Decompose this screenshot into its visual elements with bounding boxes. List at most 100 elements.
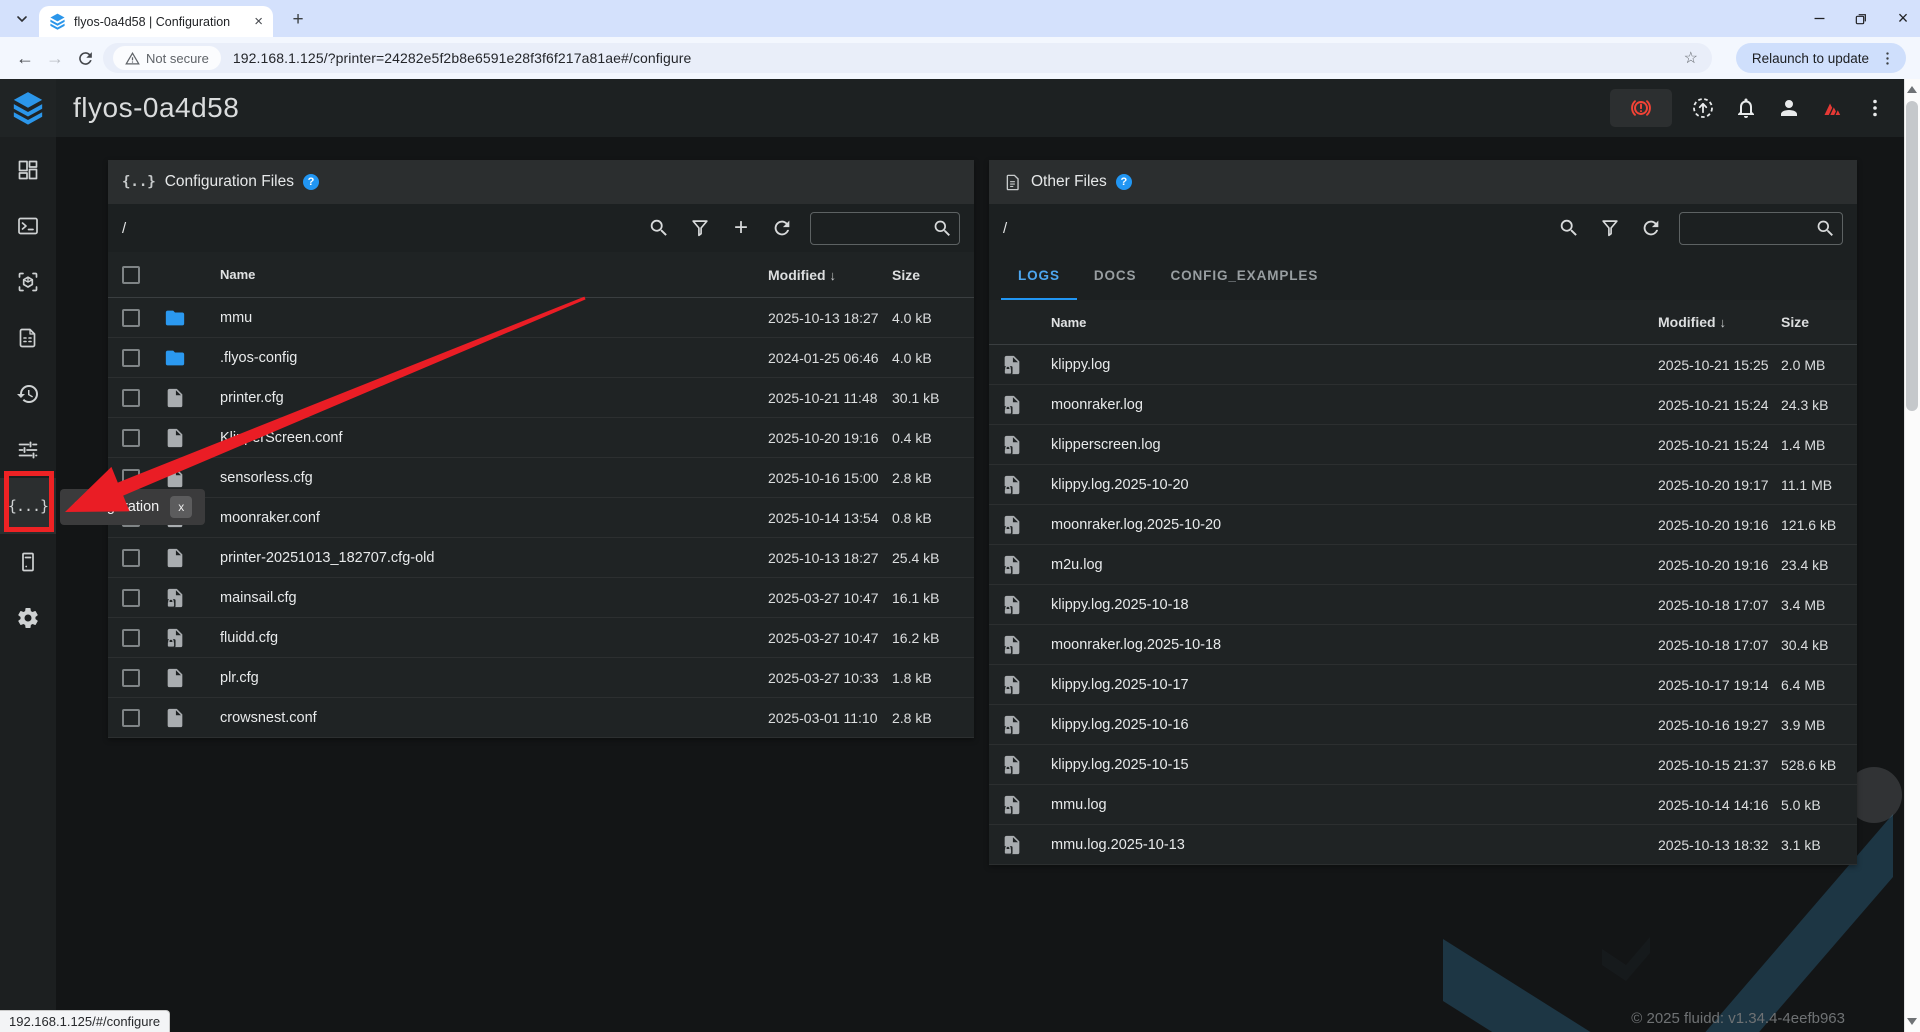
table-row[interactable]: klipperscreen.log2025-10-21 15:241.4 MB [989,425,1857,465]
sidebar-item-history[interactable] [0,366,56,422]
sidebar-item-jobs[interactable] [0,310,56,366]
table-row[interactable]: printer.cfg2025-10-21 11:4830.1 kB [108,378,974,418]
table-row[interactable]: mmu.log.2025-10-132025-10-13 18:323.1 kB [989,825,1857,865]
search-icon[interactable] [647,216,671,240]
table-row[interactable]: klippy.log2025-10-21 15:252.0 MB [989,345,1857,385]
search-icon[interactable] [1557,216,1581,240]
table-row[interactable]: moonraker.log2025-10-21 15:2424.3 kB [989,385,1857,425]
file-search-box[interactable] [810,212,960,245]
table-row[interactable]: crowsnest.conf2025-03-01 11:102.8 kB [108,698,974,738]
page-scrollbar[interactable] [1904,79,1920,1032]
column-name[interactable]: Name [1051,315,1658,330]
table-row[interactable]: klippy.log.2025-10-202025-10-20 19:1711.… [989,465,1857,505]
table-row[interactable]: klippy.log.2025-10-162025-10-16 19:273.9… [989,705,1857,745]
fluidd-logo[interactable] [0,79,56,137]
filter-icon[interactable] [1598,216,1622,240]
back-button[interactable]: ← [12,45,38,71]
file-name: printer.cfg [220,390,768,406]
file-icon [164,707,220,729]
add-file-button[interactable]: + [729,216,753,240]
update-icon[interactable] [1691,96,1715,120]
window-restore-button[interactable] [1852,10,1870,28]
table-row[interactable]: moonraker.log.2025-10-182025-10-18 17:07… [989,625,1857,665]
file-icon [164,467,220,489]
sidebar-item-tune[interactable] [0,422,56,478]
sidebar-item-dashboard[interactable] [0,142,56,198]
column-name[interactable]: Name [220,267,768,282]
browser-tab[interactable]: flyos-0a4d58 | Configuration × [39,6,273,37]
window-minimize-button[interactable] [1810,10,1828,28]
table-row[interactable]: KlipperScreen.conf2025-10-20 19:160.4 kB [108,418,974,458]
notifications-bell-icon[interactable] [1734,96,1758,120]
column-size[interactable]: Size [1781,314,1845,330]
sidebar-item-console[interactable] [0,198,56,254]
select-all-checkbox[interactable] [122,266,140,284]
table-row[interactable]: mainsail.cfg2025-03-27 10:4716.1 kB [108,578,974,618]
row-checkbox[interactable] [122,669,140,687]
tab-close-icon[interactable]: × [254,13,263,30]
file-search-box[interactable] [1679,212,1843,245]
panel-header: Other Files ? [989,160,1857,204]
file-modified: 2025-10-14 14:16 [1658,797,1781,813]
table-row[interactable]: klippy.log.2025-10-172025-10-17 19:146.4… [989,665,1857,705]
browser-menu-kebab-icon[interactable] [1879,50,1896,67]
table-row[interactable]: plr.cfg2025-03-27 10:331.8 kB [108,658,974,698]
file-lock-icon [1001,554,1051,576]
relaunch-to-update-button[interactable]: Relaunch to update [1736,43,1906,73]
table-row[interactable]: fluidd.cfg2025-03-27 10:4716.2 kB [108,618,974,658]
row-checkbox[interactable] [122,469,140,487]
row-checkbox[interactable] [122,429,140,447]
file-lock-icon [1001,514,1051,536]
refresh-icon[interactable] [770,216,794,240]
table-row[interactable]: moonraker.log.2025-10-202025-10-20 19:16… [989,505,1857,545]
table-row[interactable]: moonraker.conf2025-10-14 13:540.8 kB [108,498,974,538]
address-bar[interactable]: Not secure 192.168.1.125/?printer=24282e… [103,43,1712,73]
breadcrumb-path[interactable]: / [122,220,126,237]
table-row[interactable]: mmu2025-10-13 18:274.0 kB [108,298,974,338]
tab-docs[interactable]: DOCS [1077,252,1154,298]
tab-strip-chevron-button[interactable] [10,8,34,30]
user-account-icon[interactable] [1777,96,1801,120]
table-row[interactable]: klippy.log.2025-10-182025-10-18 17:073.4… [989,585,1857,625]
sidebar-item-system[interactable] [0,534,56,590]
bookmark-star-icon[interactable]: ☆ [1684,48,1698,68]
column-modified[interactable]: Modified↓ [1658,314,1781,330]
file-size: 2.8 kB [892,710,960,726]
row-checkbox[interactable] [122,589,140,607]
help-icon[interactable]: ? [1116,174,1132,190]
scrollbar-up-arrow[interactable] [1907,86,1917,93]
help-icon[interactable]: ? [303,174,319,190]
refresh-icon[interactable] [1639,216,1663,240]
row-checkbox[interactable] [122,389,140,407]
security-chip[interactable]: Not secure [113,46,221,70]
sidebar-item-gcode-preview[interactable] [0,254,56,310]
app-menu-kebab-icon[interactable] [1863,96,1887,120]
table-row[interactable]: sensorless.cfg2025-10-16 15:002.8 kB [108,458,974,498]
row-checkbox[interactable] [122,309,140,327]
tab-logs[interactable]: LOGS [1001,252,1077,300]
row-checkbox[interactable] [122,629,140,647]
row-checkbox[interactable] [122,709,140,727]
reload-button[interactable] [72,45,98,71]
column-modified[interactable]: Modified↓ [768,267,892,283]
table-row[interactable]: m2u.log2025-10-20 19:1623.4 kB [989,545,1857,585]
table-row[interactable]: mmu.log2025-10-14 14:165.0 kB [989,785,1857,825]
window-close-button[interactable]: × [1894,10,1912,28]
brand-logo-icon[interactable] [1820,96,1844,120]
breadcrumb-path[interactable]: / [1003,220,1007,237]
table-row[interactable]: .flyos-config2024-01-25 06:464.0 kB [108,338,974,378]
tab-config_examples[interactable]: CONFIG_EXAMPLES [1153,252,1335,298]
filter-icon[interactable] [688,216,712,240]
row-checkbox[interactable] [122,549,140,567]
new-tab-button[interactable]: + [284,6,312,34]
row-checkbox[interactable] [122,349,140,367]
sidebar-item-settings[interactable] [0,590,56,646]
scrollbar-down-arrow[interactable] [1907,1018,1917,1025]
table-row[interactable]: printer-20251013_182707.cfg-old2025-10-1… [108,538,974,578]
scrollbar-thumb[interactable] [1906,101,1918,411]
file-name: fluidd.cfg [220,630,768,646]
column-size[interactable]: Size [892,267,960,283]
file-size: 23.4 kB [1781,557,1845,573]
emergency-stop-button[interactable] [1610,89,1672,127]
table-row[interactable]: klippy.log.2025-10-152025-10-15 21:37528… [989,745,1857,785]
